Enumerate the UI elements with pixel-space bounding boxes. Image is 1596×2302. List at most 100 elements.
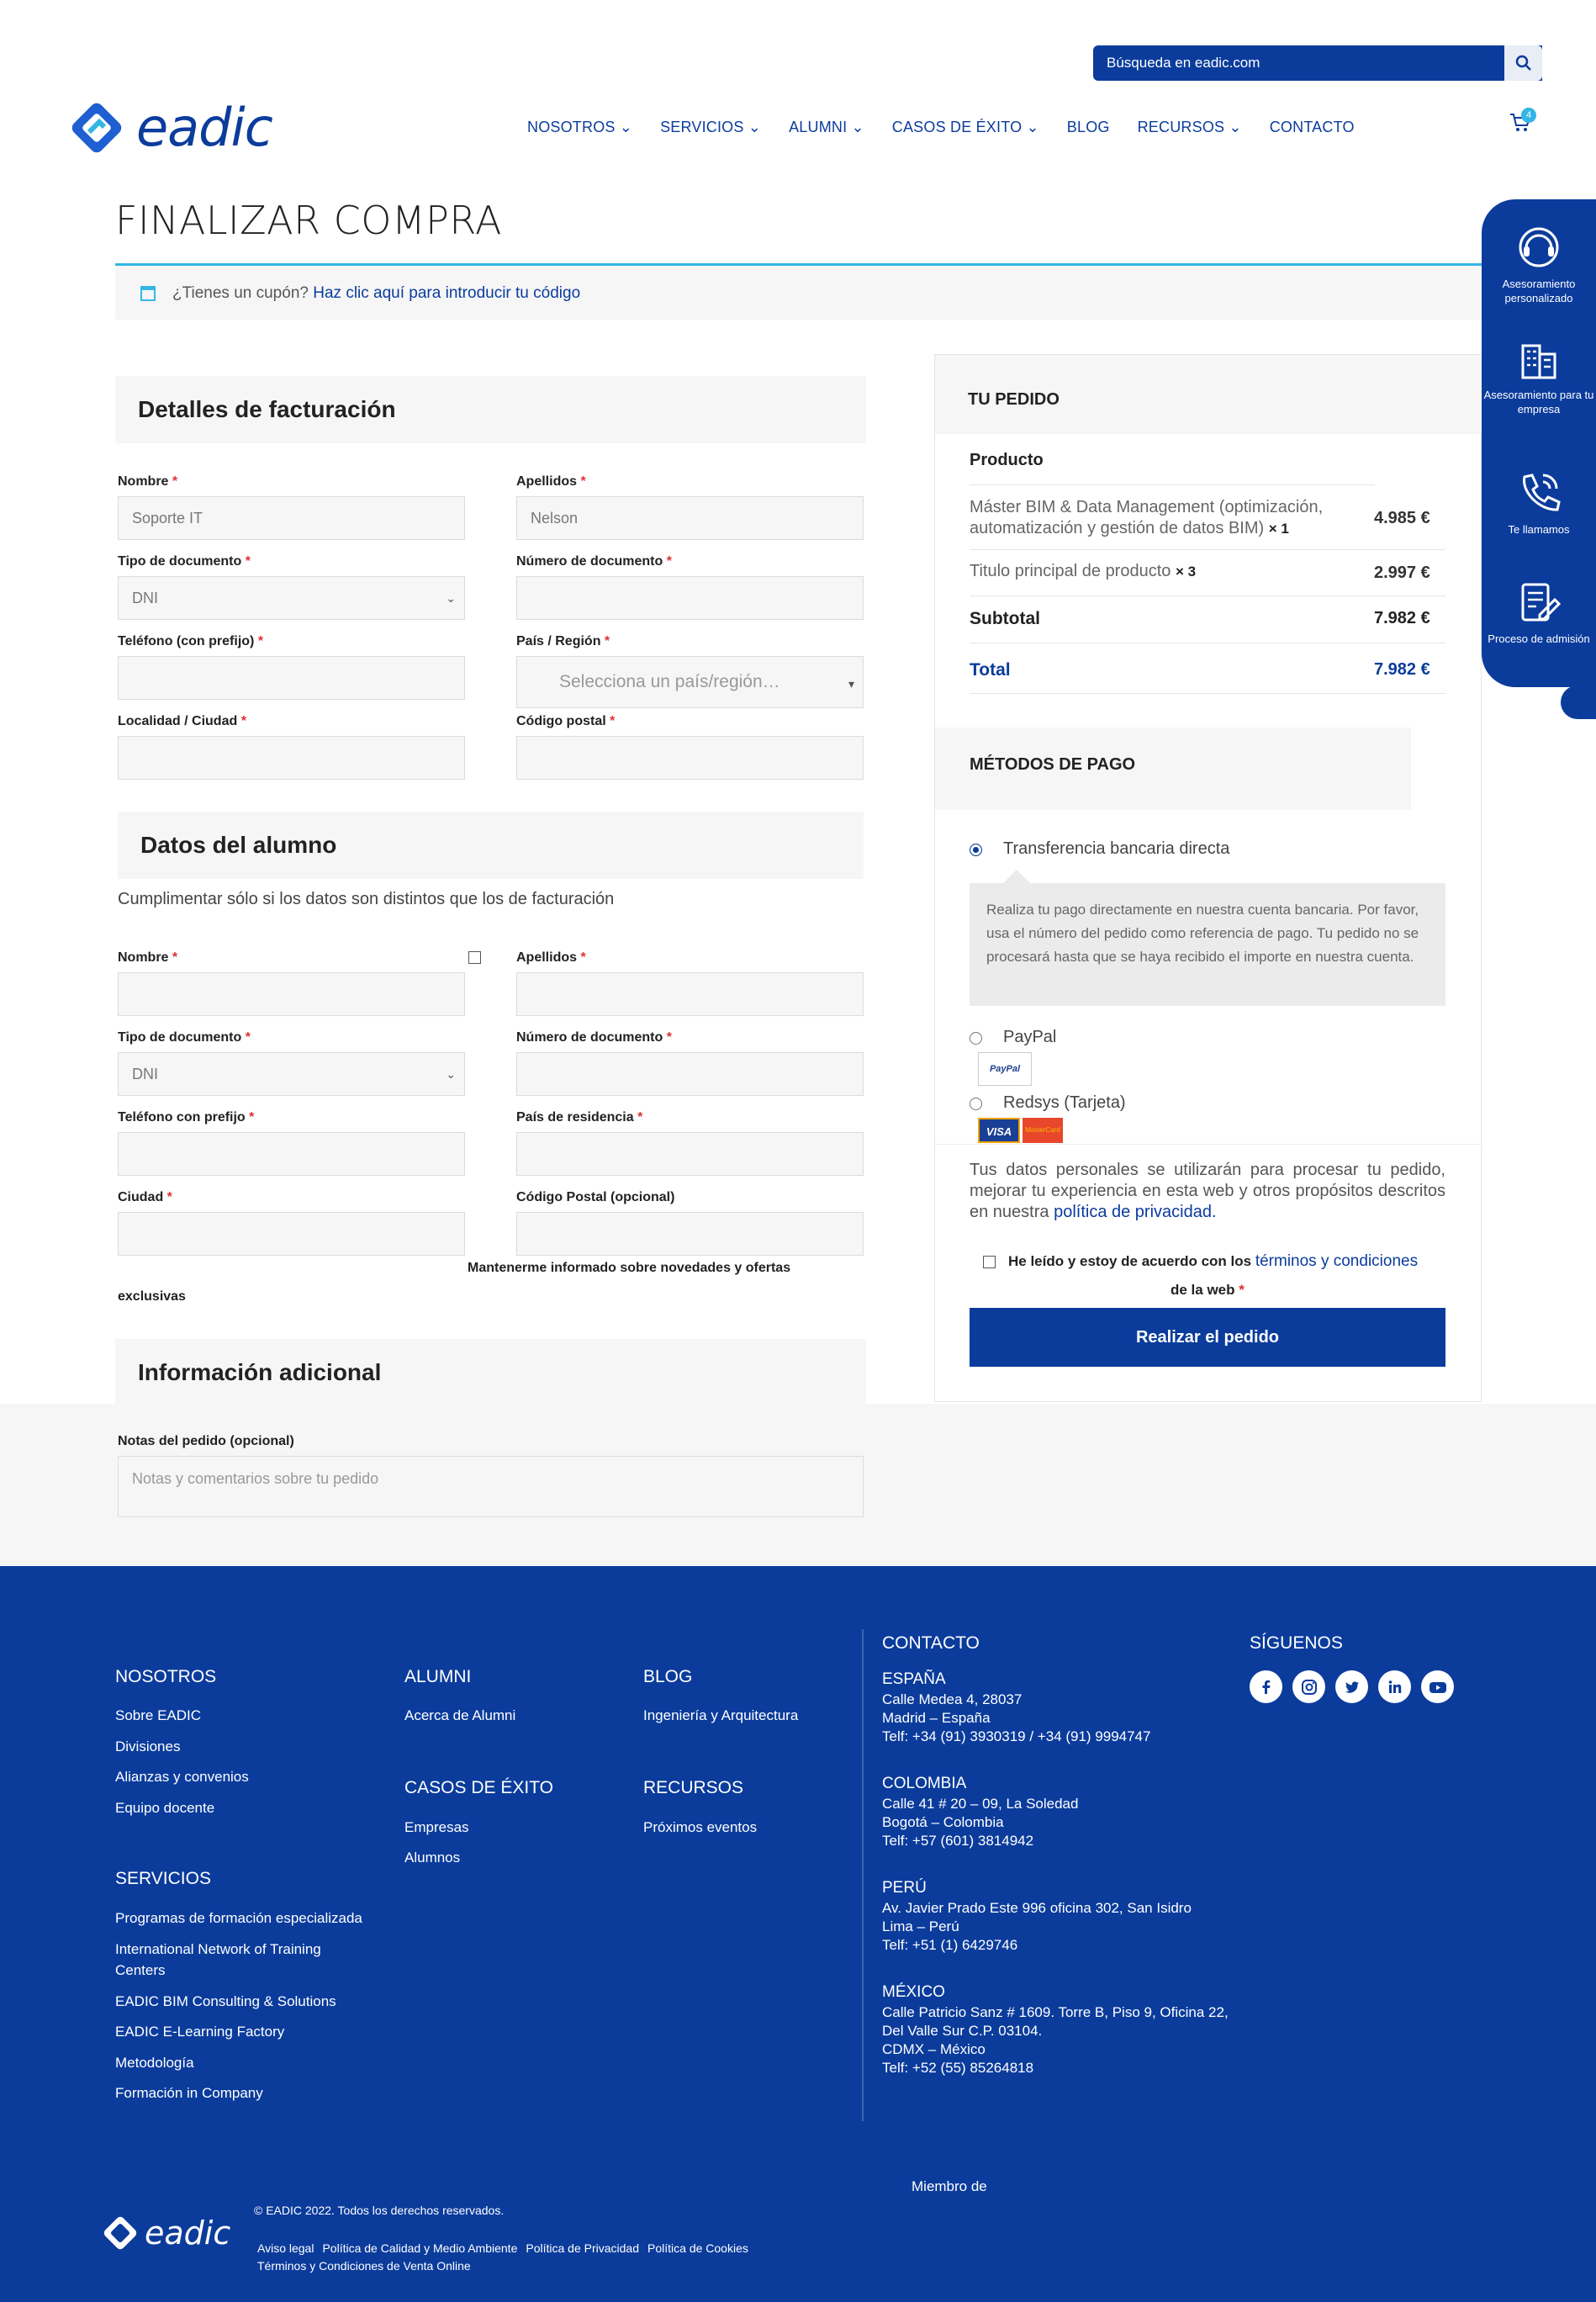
billing-nombre-input[interactable]: Soporte IT: [118, 496, 465, 540]
footer-link[interactable]: Formación in Company: [115, 2085, 263, 2102]
total-label: Total: [970, 660, 1011, 680]
footer-link[interactable]: Sobre EADIC: [115, 1707, 201, 1724]
billing-telefono-label: Teléfono (con prefijo) *: [118, 634, 264, 648]
billing-localidad-label: Localidad / Ciudad *: [118, 714, 246, 728]
additional-section-title: Información adicional: [115, 1339, 866, 1406]
divider: [935, 1144, 1482, 1145]
nav-nosotros[interactable]: NOSOTROS ⌄: [527, 119, 632, 136]
legal-link[interactable]: Política de Privacidad: [526, 2241, 639, 2255]
office-country: MÉXICO: [882, 1983, 945, 2001]
nav-servicios[interactable]: SERVICIOS ⌄: [660, 119, 761, 136]
student-same-checkbox[interactable]: [468, 951, 481, 964]
caret-down-icon: ▾: [848, 677, 854, 691]
billing-pais-select[interactable]: Selecciona un país/región… ▾: [516, 656, 864, 708]
legal-link[interactable]: Aviso legal: [257, 2241, 314, 2255]
subtotal-value: 7.982 €: [1374, 609, 1430, 627]
payment-radio-redsys[interactable]: [970, 1098, 982, 1110]
footer: NOSOTROS Sobre EADIC Divisiones Alianzas…: [0, 1566, 1596, 2302]
footer-link[interactable]: Metodología: [115, 2055, 194, 2072]
newsletter-label[interactable]: Mantenerme informado sobre novedades y o…: [468, 1261, 790, 1276]
billing-apellidos-input[interactable]: Nelson: [516, 496, 864, 540]
student-nombre-input[interactable]: [118, 972, 465, 1016]
footer-link[interactable]: EADIC BIM Consulting & Solutions: [115, 1993, 336, 2010]
nav-blog[interactable]: BLOG: [1067, 119, 1110, 136]
footer-link[interactable]: Alianzas y convenios: [115, 1769, 249, 1786]
student-telefono-input[interactable]: [118, 1132, 465, 1176]
eadic-logo[interactable]: eadic: [67, 97, 273, 158]
nav-alumni[interactable]: ALUMNI ⌄: [789, 119, 864, 136]
billing-apellidos-label: Apellidos *: [516, 474, 586, 489]
payment-option-redsys[interactable]: Redsys (Tarjeta): [1003, 1093, 1126, 1113]
order-item-2-name: Titulo principal de producto × 3: [970, 562, 1197, 580]
payment-title: MÉTODOS DE PAGO: [970, 755, 1136, 774]
footer-link[interactable]: Divisiones: [115, 1738, 180, 1755]
place-order-button[interactable]: Realizar el pedido: [970, 1308, 1445, 1367]
footer-link[interactable]: Programas de formación especializada: [115, 1910, 362, 1927]
student-ciudad-input[interactable]: [118, 1212, 465, 1256]
nav-recursos[interactable]: RECURSOS ⌄: [1138, 119, 1242, 136]
payment-option-transfer[interactable]: Transferencia bancaria directa: [1003, 839, 1229, 859]
main-nav: NOSOTROS ⌄ SERVICIOS ⌄ ALUMNI ⌄ CASOS DE…: [527, 119, 1355, 136]
student-cp-input[interactable]: [516, 1212, 864, 1256]
instagram-icon[interactable]: [1292, 1670, 1325, 1703]
privacy-link[interactable]: política de privacidad.: [1054, 1203, 1216, 1221]
office-address: Av. Javier Prado Este 996 oficina 302, S…: [882, 1900, 1192, 1953]
payment-option-paypal[interactable]: PayPal: [1003, 1028, 1056, 1047]
document-edit-icon: [1521, 583, 1562, 622]
youtube-icon[interactable]: [1421, 1670, 1454, 1703]
notes-textarea[interactable]: Notas y comentarios sobre tu pedido: [118, 1456, 864, 1517]
billing-telefono-input[interactable]: [118, 656, 465, 700]
student-num-doc-input[interactable]: [516, 1052, 864, 1096]
side-item-admision[interactable]: Proceso de admisión: [1482, 578, 1596, 646]
footer-link[interactable]: EADIC E-Learning Factory: [115, 2024, 284, 2040]
student-pais-input[interactable]: [516, 1132, 864, 1176]
student-tipo-doc-select[interactable]: DNI ⌄: [118, 1052, 465, 1096]
footer-link[interactable]: Ingeniería y Arquitectura: [643, 1707, 798, 1724]
coupon-link[interactable]: Haz clic aquí para introducir tu código: [313, 284, 580, 302]
footer-alumni-title: ALUMNI: [404, 1667, 472, 1686]
legal-link[interactable]: Política de Calidad y Medio Ambiente: [322, 2241, 517, 2255]
footer-link[interactable]: Próximos eventos: [643, 1819, 757, 1836]
billing-num-doc-input[interactable]: [516, 576, 864, 620]
footer-divider: [862, 1629, 864, 2121]
billing-tipo-doc-select[interactable]: DNI ⌄: [118, 576, 465, 620]
footer-link[interactable]: Equipo docente: [115, 1800, 214, 1817]
search-input[interactable]: Búsqueda en eadic.com: [1093, 45, 1542, 81]
visa-logo: VISA: [978, 1118, 1020, 1143]
footer-link[interactable]: Acerca de Alumni: [404, 1707, 515, 1724]
newsletter-label-cont: exclusivas: [118, 1289, 186, 1304]
terms-link[interactable]: términos y condiciones: [1255, 1252, 1418, 1270]
footer-link-cont[interactable]: Centers: [115, 1962, 166, 1979]
legal-link[interactable]: Términos y Condiciones de Venta Online: [257, 2259, 471, 2273]
order-item-2-price: 2.997 €: [1374, 564, 1430, 582]
billing-pais-label: País / Región *: [516, 634, 610, 648]
billing-cp-input[interactable]: [516, 736, 864, 780]
coupon-text: ¿Tienes un cupón? Haz clic aquí para int…: [172, 284, 581, 302]
facebook-icon[interactable]: [1250, 1670, 1282, 1703]
terms-label-cont: de la web *: [1171, 1282, 1245, 1298]
footer-link[interactable]: International Network of Training: [115, 1941, 321, 1958]
side-item-empresa[interactable]: Asesoramiento para tu empresa: [1482, 334, 1596, 416]
side-toggle-button[interactable]: [1561, 685, 1596, 719]
privacy-note: Tus datos personales se utilizarán para …: [970, 1161, 1445, 1221]
nav-contacto[interactable]: CONTACTO: [1270, 119, 1355, 136]
payment-radio-transfer[interactable]: [970, 844, 982, 856]
nav-casos-de-exito[interactable]: CASOS DE ÉXITO ⌄: [892, 119, 1039, 136]
footer-link[interactable]: Alumnos: [404, 1850, 460, 1866]
linkedin-icon[interactable]: [1378, 1670, 1411, 1703]
legal-link[interactable]: Política de Cookies: [647, 2241, 748, 2255]
social-links: [1250, 1670, 1454, 1703]
calendar-icon: [140, 286, 156, 301]
billing-localidad-input[interactable]: [118, 736, 465, 780]
cart-button[interactable]: 4: [1509, 108, 1536, 137]
payment-radio-paypal[interactable]: [970, 1032, 982, 1045]
footer-casos-title: CASOS DE ÉXITO: [404, 1778, 553, 1797]
twitter-icon[interactable]: [1335, 1670, 1368, 1703]
side-item-asesoramiento[interactable]: Asesoramiento personalizado: [1482, 223, 1596, 305]
student-apellidos-input[interactable]: [516, 972, 864, 1016]
side-item-llamamos[interactable]: Te llamamos: [1482, 468, 1596, 537]
search-button[interactable]: [1504, 45, 1542, 81]
terms-checkbox[interactable]: [983, 1256, 996, 1268]
footer-logo[interactable]: eadic: [101, 2214, 230, 2252]
footer-link[interactable]: Empresas: [404, 1819, 469, 1836]
